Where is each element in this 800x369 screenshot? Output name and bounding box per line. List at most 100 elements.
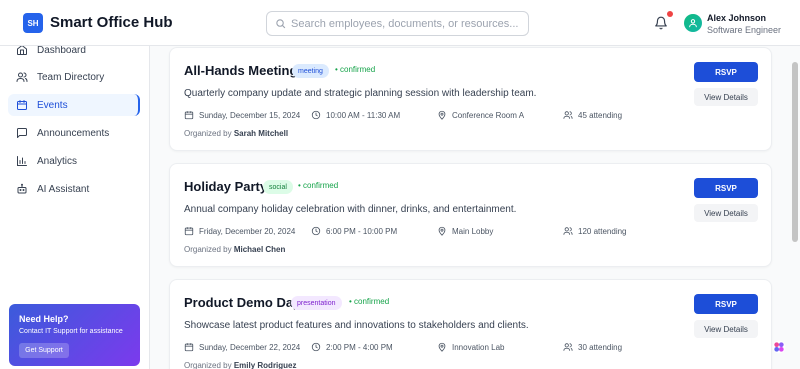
event-time: 6:00 PM - 10:00 PM: [311, 226, 397, 236]
event-time: 2:00 PM - 4:00 PM: [311, 342, 393, 352]
event-organizer: Organized by Sarah Mitchell: [184, 129, 288, 138]
organizer-name: Emily Rodriguez: [233, 361, 297, 369]
event-card: Holiday Party social • confirmed Annual …: [169, 163, 772, 267]
help-title: Need Help?: [19, 314, 69, 324]
event-title: Product Demo Day: [184, 295, 301, 310]
help-panel: Need Help? Contact IT Support for assist…: [9, 304, 140, 366]
event-title: Holiday Party: [184, 179, 268, 194]
app-title: Smart Office Hub: [50, 14, 173, 31]
scrollbar[interactable]: [792, 62, 798, 242]
event-card: All-Hands Meeting meeting • confirmed Qu…: [169, 47, 772, 151]
users-icon: [563, 343, 573, 351]
event-tag-badge: meeting: [292, 64, 329, 78]
rsvp-button[interactable]: RSVP: [694, 62, 758, 82]
event-tag-badge: social: [263, 180, 293, 194]
event-organizer: Organized by Emily Rodriguez: [184, 361, 297, 369]
map-pin-icon: [438, 110, 446, 120]
floating-assistant-icon[interactable]: [772, 340, 786, 354]
calendar-icon: [17, 100, 27, 110]
event-date: Sunday, December 22, 2024: [184, 342, 300, 352]
event-date: Sunday, December 15, 2024: [184, 110, 300, 120]
app-logo: SH: [23, 13, 43, 33]
search-box[interactable]: [266, 11, 529, 36]
event-attending-text: 120 attending: [578, 226, 627, 236]
event-attending: 30 attending: [563, 342, 622, 352]
sidebar-item-label: Analytics: [37, 155, 78, 167]
event-time: 10:00 AM - 11:30 AM: [311, 110, 400, 120]
sidebar-item-announcements[interactable]: Announcements: [8, 122, 140, 144]
event-location-text: Conference Room A: [452, 110, 525, 120]
search-icon: [276, 19, 286, 29]
calendar-icon: [184, 343, 194, 352]
sidebar-item-label: Announcements: [37, 127, 110, 139]
map-pin-icon: [438, 226, 446, 236]
event-card: Product Demo Day presentation • confirme…: [169, 279, 772, 369]
users-icon: [16, 72, 28, 82]
event-location-text: Main Lobby: [452, 226, 494, 236]
organizer-name: Michael Chen: [233, 245, 286, 254]
message-icon: [17, 128, 27, 138]
event-time-text: 2:00 PM - 4:00 PM: [326, 342, 393, 352]
sidebar-item-ai-assistant[interactable]: AI Assistant: [8, 178, 140, 200]
view-details-button[interactable]: View Details: [694, 88, 758, 106]
calendar-icon: [184, 111, 194, 120]
organizer-name: Sarah Mitchell: [233, 129, 289, 138]
user-role: Software Engineer: [707, 25, 782, 35]
event-attending: 120 attending: [563, 226, 627, 236]
event-tag-badge: presentation: [291, 296, 342, 310]
rsvp-button[interactable]: RSVP: [694, 178, 758, 198]
view-details-button[interactable]: View Details: [694, 320, 758, 338]
event-time-text: 10:00 AM - 11:30 AM: [326, 110, 401, 120]
sidebar-item-analytics[interactable]: Analytics: [8, 150, 140, 172]
sidebar-item-events[interactable]: Events: [8, 94, 140, 116]
event-location: Innovation Lab: [437, 342, 505, 352]
status-badge: • confirmed: [335, 65, 376, 74]
event-attending-text: 30 attending: [578, 342, 623, 352]
avatar[interactable]: [684, 14, 702, 32]
status-badge: • confirmed: [349, 297, 390, 306]
notification-dot: [667, 11, 673, 17]
calendar-icon: [184, 227, 194, 236]
map-pin-icon: [438, 342, 446, 352]
clock-icon: [311, 342, 321, 352]
clock-icon: [311, 110, 321, 120]
search-input[interactable]: [291, 15, 523, 33]
event-attending-text: 45 attending: [578, 110, 623, 120]
sidebar-item-label: Dashboard: [37, 44, 86, 56]
organizer-label: Organized by: [184, 129, 232, 138]
users-icon: [563, 111, 573, 119]
organizer-label: Organized by: [184, 245, 232, 254]
status-text: confirmed: [354, 297, 390, 306]
rsvp-button[interactable]: RSVP: [694, 294, 758, 314]
view-details-button[interactable]: View Details: [694, 204, 758, 222]
event-description: Quarterly company update and strategic p…: [184, 88, 537, 99]
notification-bell-icon[interactable]: [654, 15, 668, 31]
event-attending: 45 attending: [563, 110, 622, 120]
event-date: Friday, December 20, 2024: [184, 226, 295, 236]
help-text: Contact IT Support for assistance: [19, 328, 123, 335]
event-description: Showcase latest product features and inn…: [184, 320, 529, 331]
clock-icon: [311, 226, 321, 236]
users-icon: [563, 227, 573, 235]
bar-chart-icon: [17, 156, 27, 166]
event-date-text: Friday, December 20, 2024: [199, 226, 296, 236]
event-date-text: Sunday, December 15, 2024: [199, 110, 301, 120]
get-support-button[interactable]: Get Support: [19, 343, 69, 358]
status-text: confirmed: [340, 65, 376, 74]
sidebar-item-label: AI Assistant: [37, 183, 90, 195]
event-description: Annual company holiday celebration with …: [184, 204, 517, 215]
status-text: confirmed: [303, 181, 339, 190]
event-time-text: 6:00 PM - 10:00 PM: [326, 226, 398, 236]
sidebar-item-team-directory[interactable]: Team Directory: [8, 66, 140, 88]
event-location-text: Innovation Lab: [452, 342, 505, 352]
sidebar-item-label: Events: [37, 99, 68, 111]
event-location: Main Lobby: [437, 226, 493, 236]
top-bar: SH Smart Office Hub Alex Johnson Softwar…: [0, 0, 800, 46]
status-badge: • confirmed: [298, 181, 339, 190]
user-name: Alex Johnson: [707, 13, 767, 23]
sidebar-item-label: Team Directory: [37, 71, 105, 83]
event-location: Conference Room A: [437, 110, 524, 120]
event-date-text: Sunday, December 22, 2024: [199, 342, 301, 352]
user-icon: [689, 19, 697, 28]
organizer-label: Organized by: [184, 361, 232, 369]
